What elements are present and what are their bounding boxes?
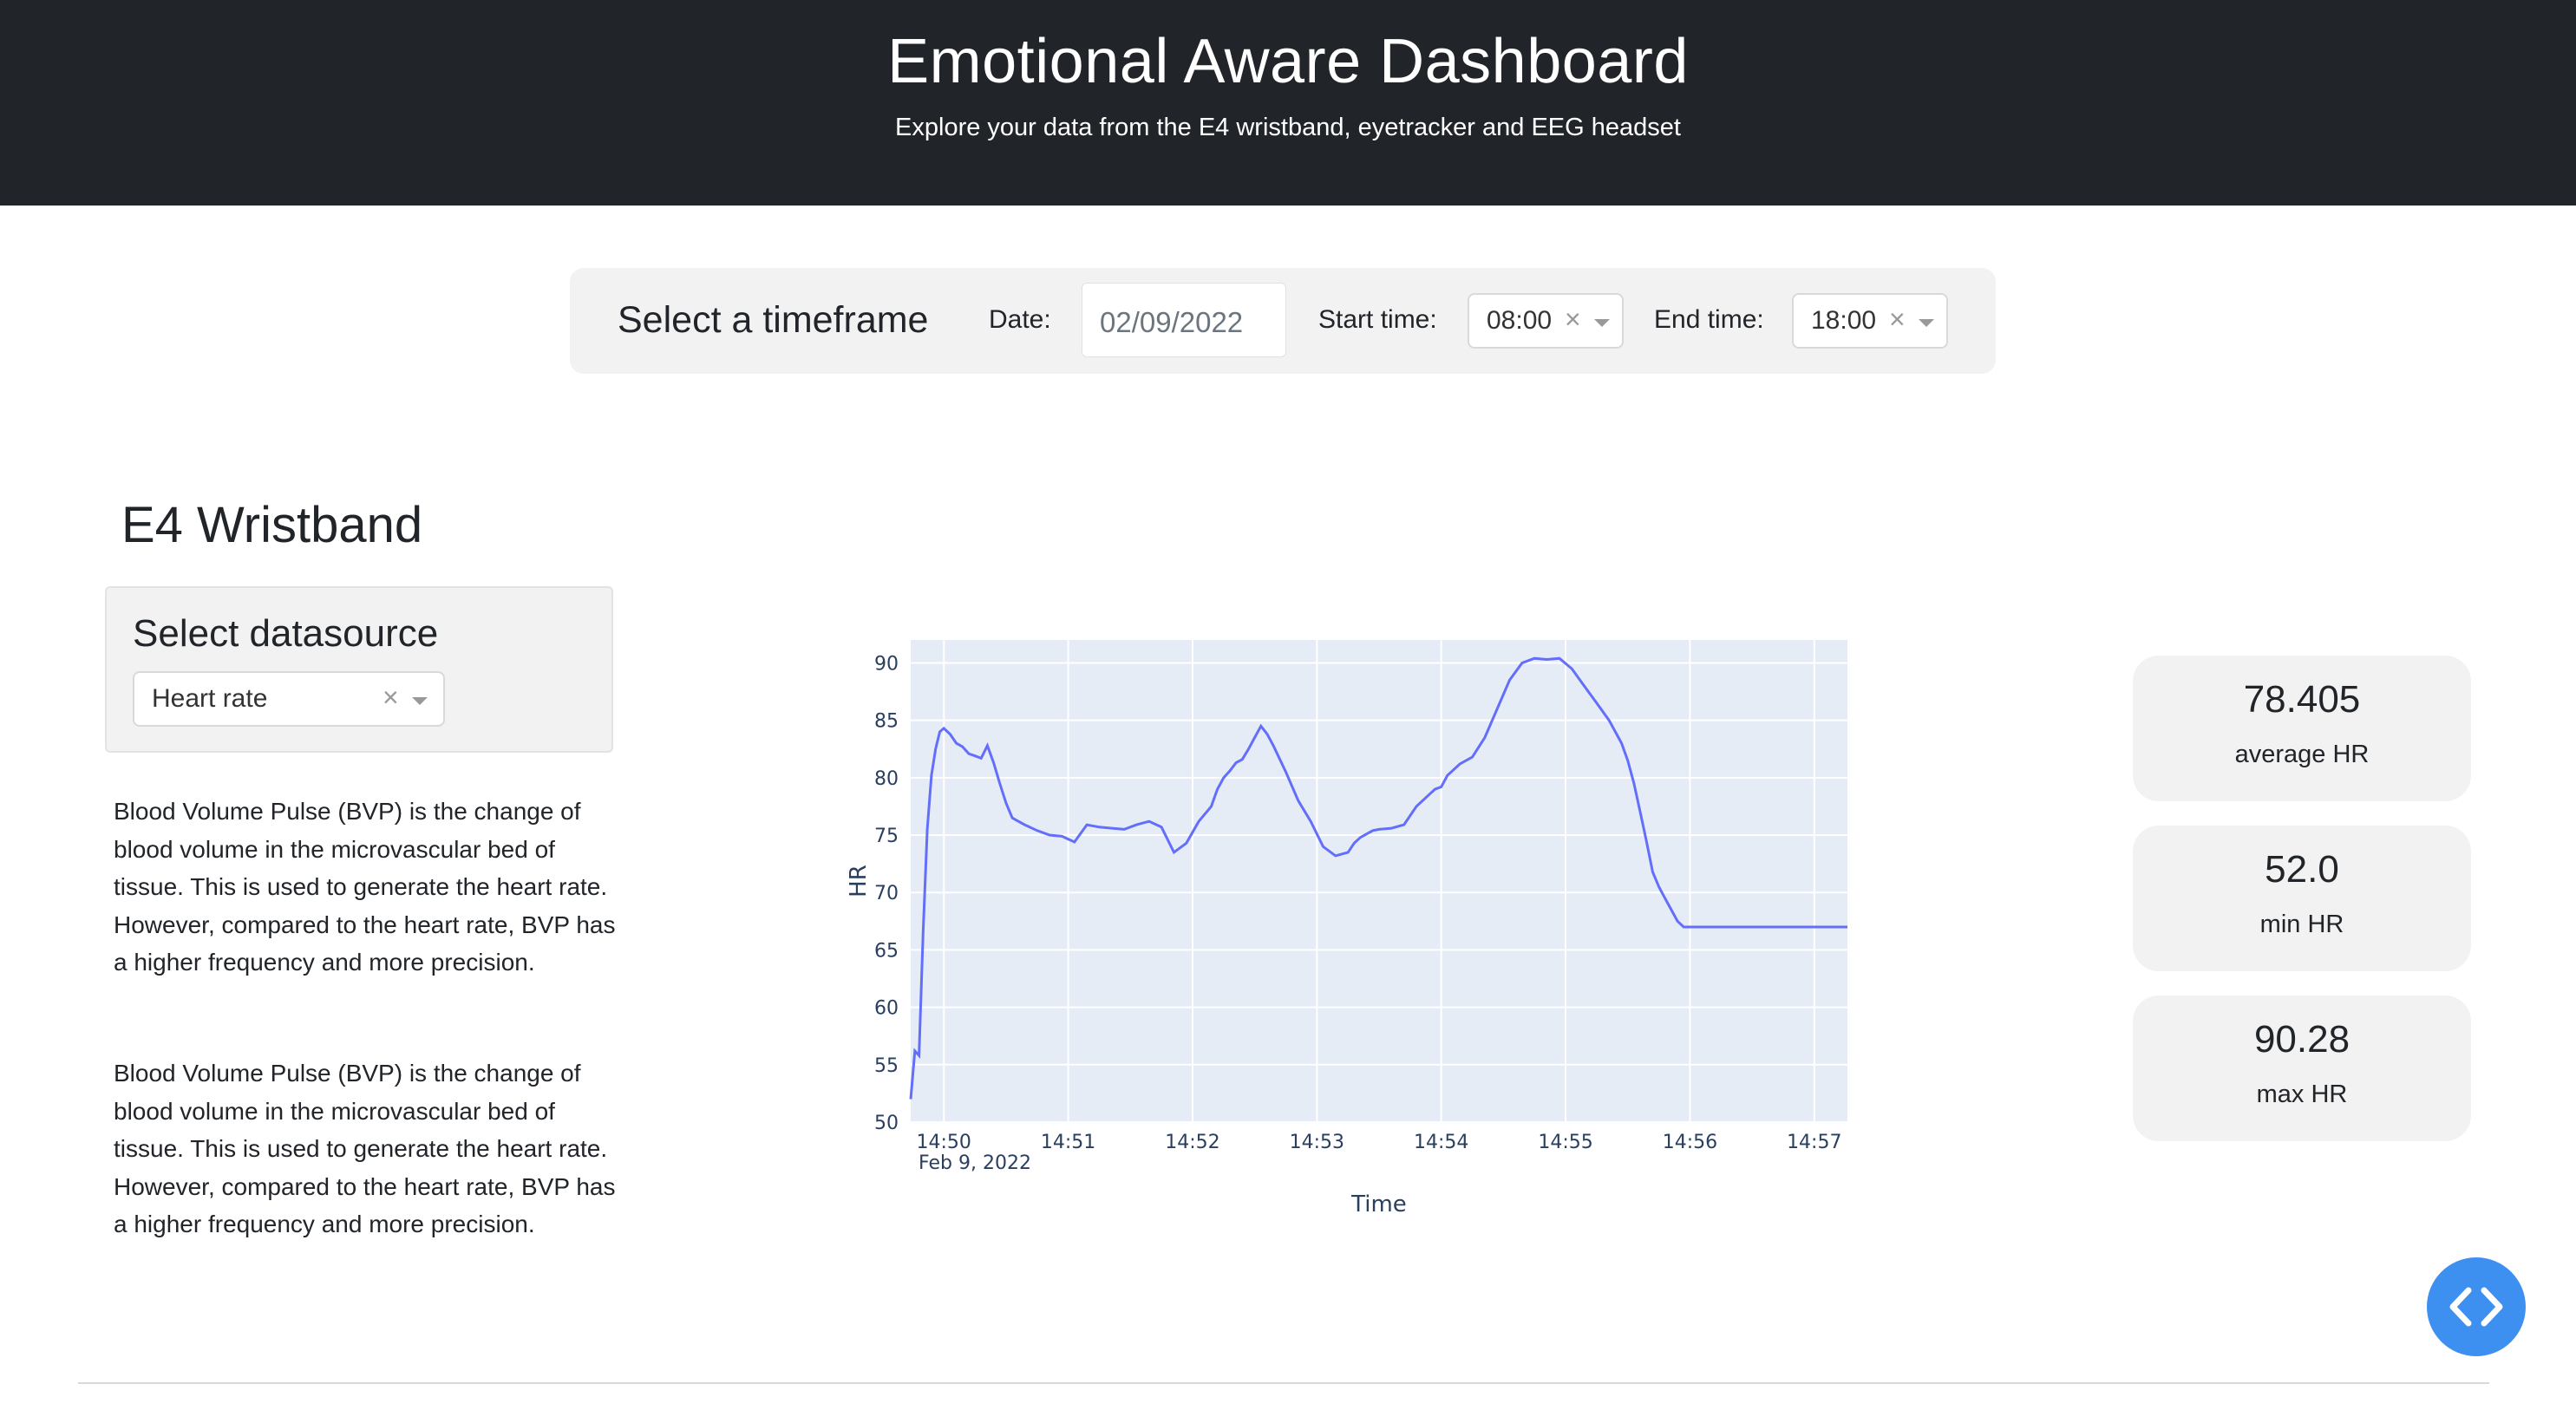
y-axis-title: HR <box>846 865 872 898</box>
x-tick-label: 14:52 <box>1165 1132 1219 1153</box>
stat-value: 78.405 <box>2243 678 2361 721</box>
page-subtitle: Explore your data from the E4 wristband,… <box>895 114 1681 141</box>
x-axis-date-label: Feb 9, 2022 <box>919 1152 1031 1174</box>
stat-card-max: 90.28 max HR <box>2133 995 2471 1141</box>
code-icon <box>2449 1287 2503 1327</box>
app-header: Emotional Aware Dashboard Explore your d… <box>0 0 2576 206</box>
stat-value: 52.0 <box>2265 848 2339 891</box>
stat-label: max HR <box>2256 1080 2348 1108</box>
stat-card-min: 52.0 min HR <box>2133 826 2471 971</box>
date-input[interactable]: 02/09/2022 <box>1082 283 1286 357</box>
stat-label: min HR <box>2259 911 2344 938</box>
x-tick-label: 14:55 <box>1538 1132 1592 1153</box>
chevron-down-icon[interactable] <box>412 697 428 705</box>
y-tick-label: 80 <box>874 768 899 790</box>
start-time-select[interactable]: 08:00 × <box>1468 293 1624 349</box>
section-title: E4 Wristband <box>121 497 423 553</box>
y-tick-label: 55 <box>874 1055 899 1077</box>
y-tick-label: 90 <box>874 653 899 675</box>
y-tick-label: 60 <box>874 998 899 1020</box>
datasource-value: Heart rate <box>152 684 268 713</box>
stat-value: 90.28 <box>2253 1018 2350 1061</box>
datasource-title: Select datasource <box>133 612 439 655</box>
end-time-select[interactable]: 18:00 × <box>1792 293 1948 349</box>
x-tick-label: 14:50 <box>917 1132 971 1153</box>
page-title: Emotional Aware Dashboard <box>887 27 1689 96</box>
x-tick-label: 14:54 <box>1414 1132 1468 1153</box>
x-tick-label: 14:57 <box>1787 1132 1841 1153</box>
code-toggle-button[interactable] <box>2427 1257 2526 1356</box>
chevron-down-icon[interactable] <box>1594 319 1610 327</box>
y-tick-label: 85 <box>874 711 899 733</box>
close-icon[interactable]: × <box>382 682 399 714</box>
end-time-label: End time: <box>1654 305 1764 334</box>
x-tick-label: 14:51 <box>1041 1132 1095 1153</box>
datasource-select[interactable]: Heart rate × <box>133 671 445 727</box>
date-label: Date: <box>989 305 1051 334</box>
y-tick-label: 50 <box>874 1113 899 1134</box>
timeframe-title: Select a timeframe <box>618 299 929 341</box>
end-time-value: 18:00 <box>1811 306 1877 335</box>
stat-card-average: 78.405 average HR <box>2133 656 2471 801</box>
plot-area <box>911 640 1847 1122</box>
x-tick-label: 14:53 <box>1290 1132 1344 1153</box>
y-tick-label: 70 <box>874 883 899 904</box>
close-icon[interactable]: × <box>1565 304 1581 336</box>
timeframe-panel: Select a timeframe Date: 02/09/2022 Star… <box>570 268 1996 374</box>
description-paragraph: Blood Volume Pulse (BVP) is the change o… <box>114 798 616 976</box>
y-tick-label: 75 <box>874 826 899 847</box>
description-paragraph: Blood Volume Pulse (BVP) is the change o… <box>114 1060 616 1237</box>
hr-line-chart: 50 55 60 65 70 75 80 85 90 14:50 14:51 14:52 14:53 1… <box>846 640 1847 1217</box>
start-time-value: 08:00 <box>1487 306 1553 335</box>
x-tick-label: 14:56 <box>1663 1132 1717 1153</box>
datasource-panel: Select datasource Heart rate × <box>105 586 613 753</box>
y-tick-label: 65 <box>874 940 899 962</box>
chevron-down-icon[interactable] <box>1919 319 1934 327</box>
close-icon[interactable]: × <box>1889 304 1906 336</box>
footer-divider <box>78 1382 2489 1384</box>
x-axis-title: Time <box>1350 1191 1407 1217</box>
start-time-label: Start time: <box>1318 305 1437 334</box>
stat-label: average HR <box>2234 741 2370 768</box>
